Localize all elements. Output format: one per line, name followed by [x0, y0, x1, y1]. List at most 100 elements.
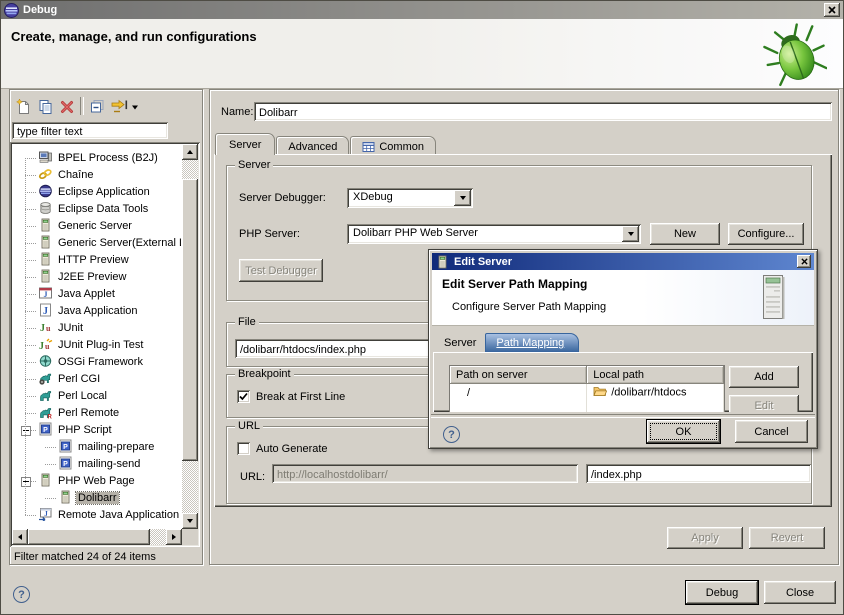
- tree-item-label: Remote Java Application: [56, 509, 181, 521]
- tree-item-perl-local[interactable]: Perl Local: [12, 388, 181, 405]
- dialog-titlebar[interactable]: Edit Server: [432, 253, 814, 270]
- server-icon: [38, 218, 53, 232]
- workstation-icon: [38, 150, 53, 164]
- scroll-thumb[interactable]: [28, 529, 150, 545]
- edit-mapping-button[interactable]: Edit: [729, 395, 799, 412]
- chain-icon: [38, 167, 53, 181]
- filter-launch-configurations-button[interactable]: [108, 95, 130, 117]
- window-titlebar[interactable]: Debug: [1, 1, 843, 19]
- add-mapping-button[interactable]: Add: [729, 366, 799, 388]
- tree-item-generic-server-external-la[interactable]: Generic Server(External La: [12, 235, 181, 252]
- tree-item-eclipse-data-tools[interactable]: Eclipse Data Tools: [12, 201, 181, 218]
- dialog-help-button[interactable]: ?: [443, 426, 460, 443]
- tree-item-perl-cgi[interactable]: Perl CGI: [12, 371, 181, 388]
- filter-menu-caret[interactable]: [130, 95, 140, 117]
- tree-item-cha-ne[interactable]: Chaîne: [12, 167, 181, 184]
- tree-item-label: Eclipse Data Tools: [56, 203, 150, 215]
- folder-icon: [593, 385, 607, 400]
- arrow-left-icon: [18, 534, 22, 540]
- collapse-expander-icon[interactable]: [21, 426, 31, 436]
- delete-configuration-button[interactable]: [56, 95, 78, 117]
- tab-advanced[interactable]: Advanced: [276, 136, 349, 155]
- tab-label: Common: [379, 141, 424, 153]
- dialog-tab-server[interactable]: Server: [435, 333, 485, 352]
- column-header-path-on-server[interactable]: Path on server: [450, 366, 587, 384]
- scroll-up-button[interactable]: [182, 144, 198, 160]
- php-icon: P: [58, 439, 73, 453]
- tree-item-mailing-prepare[interactable]: Pmailing-prepare: [12, 439, 181, 456]
- scroll-right-button[interactable]: [166, 529, 182, 545]
- tree-horizontal-scrollbar[interactable]: [12, 529, 182, 545]
- column-header-local-path[interactable]: Local path: [587, 366, 724, 384]
- eclipse-logo-icon: [4, 3, 19, 18]
- new-server-button[interactable]: New: [650, 223, 720, 245]
- tree-item-dolibarr[interactable]: Dolibarr: [12, 490, 181, 507]
- server-debugger-select[interactable]: XDebug: [347, 188, 473, 208]
- tree-item-java-application[interactable]: JJava Application: [12, 303, 181, 320]
- path-mapping-table[interactable]: Path on serverLocal path//dolibarr/htdoc…: [449, 365, 725, 412]
- dropdown-arrow-icon[interactable]: [454, 190, 471, 206]
- collapse-all-icon: [89, 98, 106, 115]
- tree-item-perl-remote[interactable]: RPerl Remote: [12, 405, 181, 422]
- dialog-close-button[interactable]: [797, 255, 811, 268]
- tree-item-java-applet[interactable]: JJava Applet: [12, 286, 181, 303]
- java-icon: J: [38, 303, 53, 317]
- tree-item-bpel-process-b2j[interactable]: BPEL Process (B2J): [12, 150, 181, 167]
- config-list-panel: BPEL Process (B2J)ChaîneEclipse Applicat…: [9, 89, 203, 565]
- tree-item-remote-java-application[interactable]: JRemote Java Application: [12, 507, 181, 524]
- collapse-all-button[interactable]: [86, 95, 108, 117]
- tree-item-http-preview[interactable]: HTTP Preview: [12, 252, 181, 269]
- remote-java-icon: J: [38, 507, 53, 521]
- close-button[interactable]: Close: [764, 581, 836, 604]
- new-configuration-button[interactable]: [12, 95, 34, 117]
- window-close-button[interactable]: [824, 3, 840, 17]
- svg-text:J: J: [39, 341, 44, 351]
- configure-server-button[interactable]: Configure...: [728, 223, 804, 245]
- debug-button[interactable]: Debug: [686, 581, 758, 604]
- scroll-thumb[interactable]: [182, 179, 198, 461]
- junit-plugin-icon: Ju: [38, 337, 53, 351]
- toolbar-separator: [80, 97, 84, 115]
- revert-button[interactable]: Revert: [749, 527, 825, 549]
- tree-item-osgi-framework[interactable]: OSGi Framework: [12, 354, 181, 371]
- tree-item-label: PHP Web Page: [56, 475, 137, 487]
- mapping-row[interactable]: //dolibarr/htdocs: [450, 384, 724, 402]
- filter-input[interactable]: [12, 122, 168, 139]
- tree-item-j2ee-preview[interactable]: J2EE Preview: [12, 269, 181, 286]
- apply-button[interactable]: Apply: [667, 527, 743, 549]
- tree-item-junit[interactable]: JuJUnit: [12, 320, 181, 337]
- dropdown-arrow-icon[interactable]: [622, 226, 639, 242]
- server-debugger-value: XDebug: [347, 188, 452, 208]
- scroll-left-button[interactable]: [12, 529, 28, 545]
- server-group-label: Server: [235, 159, 273, 171]
- tree-item-eclipse-application[interactable]: Eclipse Application: [12, 184, 181, 201]
- configuration-name-input[interactable]: [254, 102, 832, 121]
- tab-common[interactable]: Common: [350, 136, 436, 155]
- test-debugger-button[interactable]: Test Debugger: [239, 259, 323, 282]
- url-path-input[interactable]: [586, 464, 811, 483]
- php-server-select[interactable]: Dolibarr PHP Web Server: [347, 224, 641, 244]
- duplicate-configuration-button[interactable]: [34, 95, 56, 117]
- break-at-first-line-label: Break at First Line: [256, 391, 345, 403]
- tab-server[interactable]: Server: [215, 133, 275, 155]
- file-group-label: File: [235, 316, 259, 328]
- filter-menu-caret-icon: [131, 99, 139, 114]
- tree-item-generic-server[interactable]: Generic Server: [12, 218, 181, 235]
- tree-vertical-scrollbar[interactable]: [182, 144, 198, 529]
- tree-item-php-script[interactable]: PPHP Script: [12, 422, 181, 439]
- tree-item-junit-plug-in-test[interactable]: JuJUnit Plug-in Test: [12, 337, 181, 354]
- scroll-down-button[interactable]: [182, 513, 198, 529]
- dialog-tab-path-mapping[interactable]: Path Mapping: [485, 333, 579, 352]
- tree-item-mailing-send[interactable]: Pmailing-send: [12, 456, 181, 473]
- break-at-first-line-checkbox[interactable]: [237, 390, 250, 403]
- tree-item-php-web-page[interactable]: PHP Web Page: [12, 473, 181, 490]
- tab-label: Advanced: [288, 141, 337, 153]
- auto-generate-checkbox[interactable]: [237, 442, 250, 455]
- tree-item-label: Java Applet: [56, 288, 117, 300]
- help-button[interactable]: ?: [13, 586, 30, 603]
- collapse-expander-icon[interactable]: [21, 477, 31, 487]
- cancel-button[interactable]: Cancel: [735, 420, 808, 443]
- check-icon: [239, 392, 248, 401]
- ok-button[interactable]: OK: [647, 420, 720, 443]
- local-path-text: /dolibarr/htdocs: [611, 386, 686, 398]
